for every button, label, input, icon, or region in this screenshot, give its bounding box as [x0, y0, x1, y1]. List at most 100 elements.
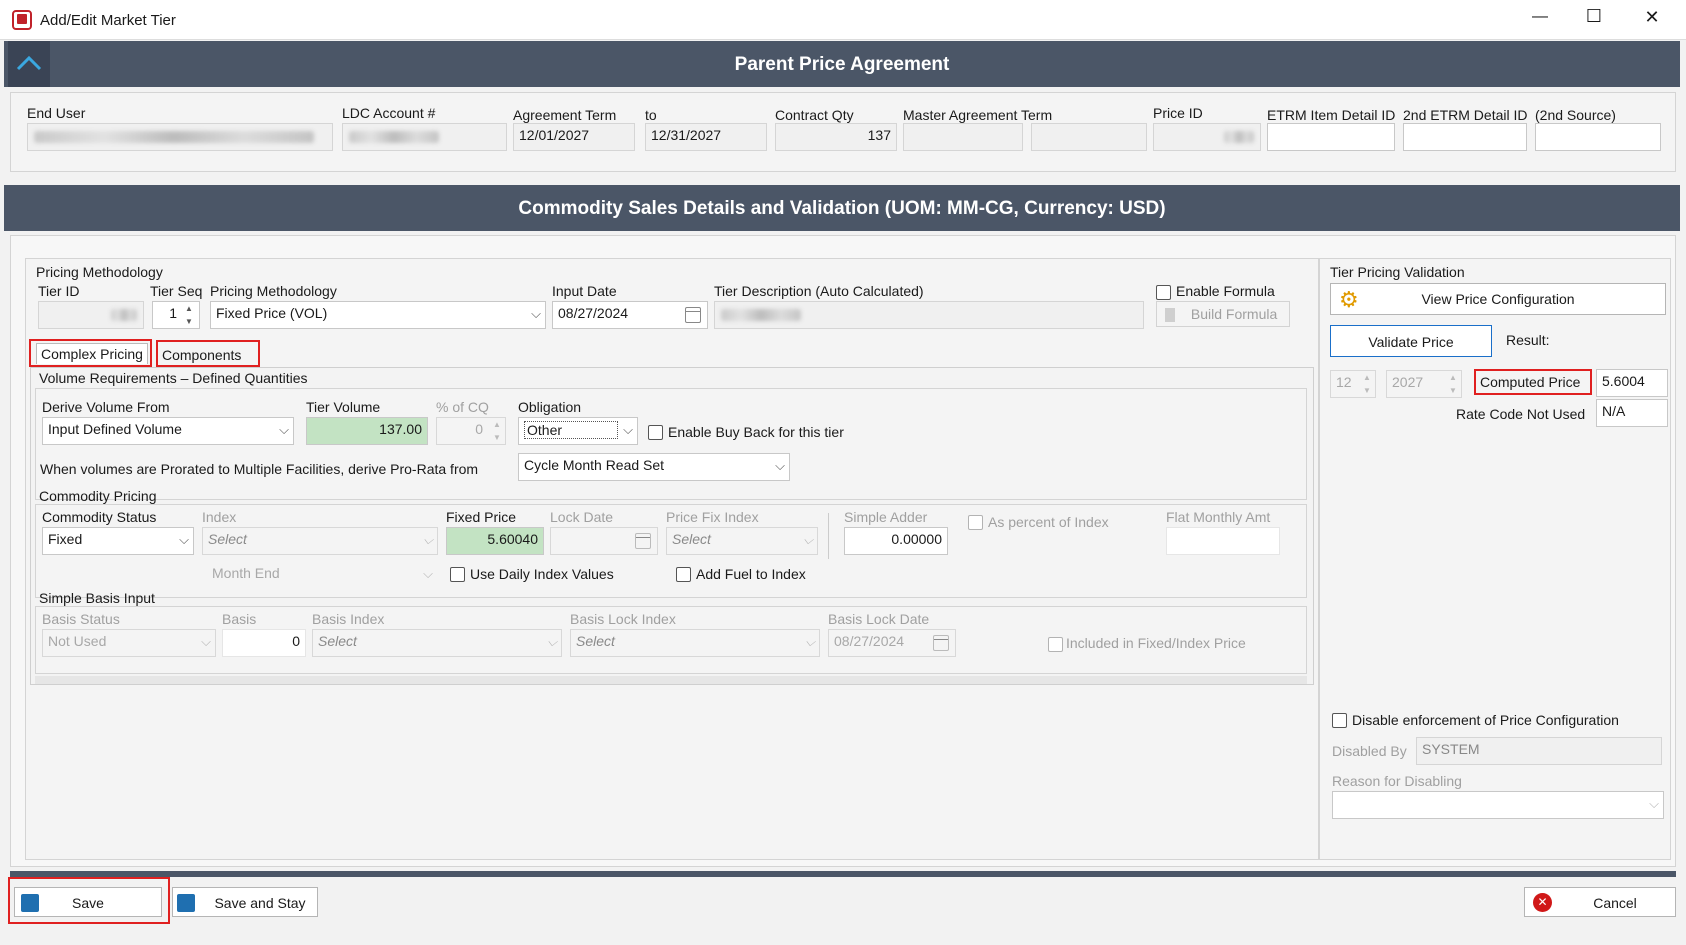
prorata-select[interactable]: Cycle Month Read Set ⌵	[518, 453, 790, 481]
obligation-select[interactable]: Other ⌵	[518, 417, 638, 445]
flat-monthly-field[interactable]	[1166, 527, 1280, 555]
year-up-icon: ▲	[1449, 373, 1457, 382]
title-bar: Add/Edit Market Tier — ☐ ✕	[0, 0, 1686, 40]
calendar-icon	[635, 533, 651, 549]
enable-formula-checkbox[interactable]	[1156, 285, 1171, 300]
save-highlight	[8, 877, 170, 924]
pricing-methodology-select[interactable]: Fixed Price (VOL) ⌵	[210, 301, 546, 329]
minimize-button[interactable]: —	[1526, 8, 1554, 26]
prorata-value: Cycle Month Read Set	[524, 457, 665, 473]
month-value: 12	[1336, 374, 1352, 390]
basis-index-value: Select	[318, 633, 357, 649]
result-label: Result:	[1506, 332, 1550, 348]
index-select: Select ⌵	[202, 527, 438, 555]
buy-back-checkbox[interactable]	[648, 425, 663, 440]
chevron-down-icon: ⌵	[279, 422, 289, 437]
simple-adder-field[interactable]: 0.00000	[844, 527, 948, 555]
price-id-field	[1153, 123, 1261, 151]
contract-qty-field: 137	[775, 123, 897, 151]
validation-group-label: Tier Pricing Validation	[1330, 264, 1465, 280]
add-fuel-checkbox[interactable]	[676, 567, 691, 582]
agreement-term-label: Agreement Term	[513, 107, 617, 123]
disabled-by-field: SYSTEM	[1416, 737, 1662, 765]
etrm-item-label: ETRM Item Detail ID	[1267, 107, 1396, 123]
app-logo-mark	[17, 14, 27, 24]
month-down-icon: ▼	[1363, 386, 1371, 395]
prorata-label: When volumes are Prorated to Multiple Fa…	[40, 461, 479, 477]
view-price-configuration-button[interactable]: ⚙ View Price Configuration	[1330, 283, 1666, 315]
cancel-button[interactable]: ✕ Cancel	[1524, 887, 1676, 917]
derive-volume-label: Derive Volume From	[42, 399, 170, 415]
etrm2-label: 2nd ETRM Detail ID	[1403, 107, 1528, 123]
daily-index-label: Use Daily Index Values	[470, 566, 614, 582]
divider	[828, 513, 829, 559]
basis-lock-index-label: Basis Lock Index	[570, 611, 676, 627]
chevron-down-icon: ⌵	[623, 422, 633, 437]
basis-index-label: Basis Index	[312, 611, 385, 627]
contract-qty-label: Contract Qty	[775, 107, 854, 123]
parent-header-bar: Parent Price Agreement	[4, 41, 1680, 87]
fixed-price-field[interactable]: 5.60040	[446, 527, 544, 555]
components-highlight	[156, 340, 260, 367]
commodity-status-select[interactable]: Fixed ⌵	[42, 527, 194, 555]
input-date-field[interactable]: 08/27/2024	[552, 301, 708, 329]
validation-container: Tier Pricing Validation ⚙ View Price Con…	[1319, 258, 1671, 860]
chevron-down-icon: ⌵	[805, 634, 815, 649]
pricing-methodology-value: Fixed Price (VOL)	[216, 305, 328, 321]
chevron-down-icon: ⌵	[547, 634, 557, 649]
month-up-icon: ▲	[1363, 373, 1371, 382]
calendar-icon	[933, 635, 949, 651]
reason-select[interactable]: ⌵	[1332, 791, 1664, 819]
commodity-header-bar: Commodity Sales Details and Validation (…	[4, 185, 1680, 231]
chevron-down-icon: ⌵	[531, 306, 541, 321]
complex-pricing-content: Volume Requirements – Defined Quantities…	[30, 367, 1314, 685]
obligation-value: Other	[524, 421, 618, 439]
basis-lock-date-label: Basis Lock Date	[828, 611, 930, 627]
price-fix-index-label: Price Fix Index	[666, 509, 759, 525]
derive-volume-select[interactable]: Input Defined Volume ⌵	[42, 417, 294, 445]
etrm2-field[interactable]	[1403, 123, 1527, 151]
close-window-button[interactable]: ✕	[1638, 7, 1666, 28]
second-source-field[interactable]	[1535, 123, 1661, 151]
calendar-icon[interactable]	[685, 307, 701, 323]
month-end-select: Month End ⌵	[202, 561, 438, 589]
master-agreement-term-label: Master Agreement Term	[903, 107, 1053, 123]
daily-index-checkbox[interactable]	[450, 567, 465, 582]
year-value: 2027	[1392, 374, 1424, 390]
chevron-down-icon: ⌵	[775, 458, 785, 473]
tier-seq-down-icon[interactable]: ▼	[182, 315, 196, 328]
tier-seq-value: 1	[169, 305, 177, 321]
commodity-pricing-group-label: Commodity Pricing	[39, 488, 157, 504]
tier-volume-field[interactable]: 137.00	[306, 417, 428, 445]
chevron-down-icon: ⌵	[423, 532, 433, 547]
basis-group-label: Simple Basis Input	[39, 590, 155, 606]
tier-volume-label: Tier Volume	[306, 399, 381, 415]
gear-icon: ⚙	[1339, 287, 1359, 312]
chevron-down-icon: ⌵	[423, 566, 433, 581]
agreement-term-start: 12/01/2027	[513, 123, 635, 151]
maximize-button[interactable]: ☐	[1580, 6, 1608, 27]
computed-price-highlight	[1474, 369, 1592, 395]
basis-field[interactable]: 0	[222, 629, 306, 657]
cancel-label: Cancel	[1593, 895, 1637, 911]
etrm-item-field[interactable]	[1267, 123, 1395, 151]
disable-enforcement-checkbox[interactable]	[1332, 713, 1347, 728]
chevron-down-icon: ⌵	[179, 532, 189, 547]
build-formula-label: Build Formula	[1190, 306, 1278, 322]
horizontal-scrollbar[interactable]	[35, 676, 1307, 684]
validate-price-button[interactable]: Validate Price	[1330, 325, 1492, 357]
save-and-stay-button[interactable]: Save and Stay	[172, 887, 318, 917]
footer-separator	[10, 871, 1676, 877]
basis-lock-date-field: 08/27/2024	[828, 629, 956, 657]
tier-seq-up-icon[interactable]: ▲	[182, 302, 196, 315]
pricing-container: Pricing Methodology Tier ID Tier Seq 1 ▲…	[25, 258, 1319, 860]
end-user-label: End User	[27, 105, 86, 121]
enable-formula-label: Enable Formula	[1176, 283, 1275, 299]
chevron-down-icon: ⌵	[201, 634, 211, 649]
complex-pricing-highlight	[29, 339, 152, 367]
price-id-label: Price ID	[1153, 105, 1203, 121]
floppy-disk-icon	[177, 894, 195, 912]
volume-group: Derive Volume From Input Defined Volume …	[35, 388, 1307, 500]
build-formula-button[interactable]: Build Formula	[1156, 301, 1290, 327]
ldc-account-field	[342, 123, 507, 151]
